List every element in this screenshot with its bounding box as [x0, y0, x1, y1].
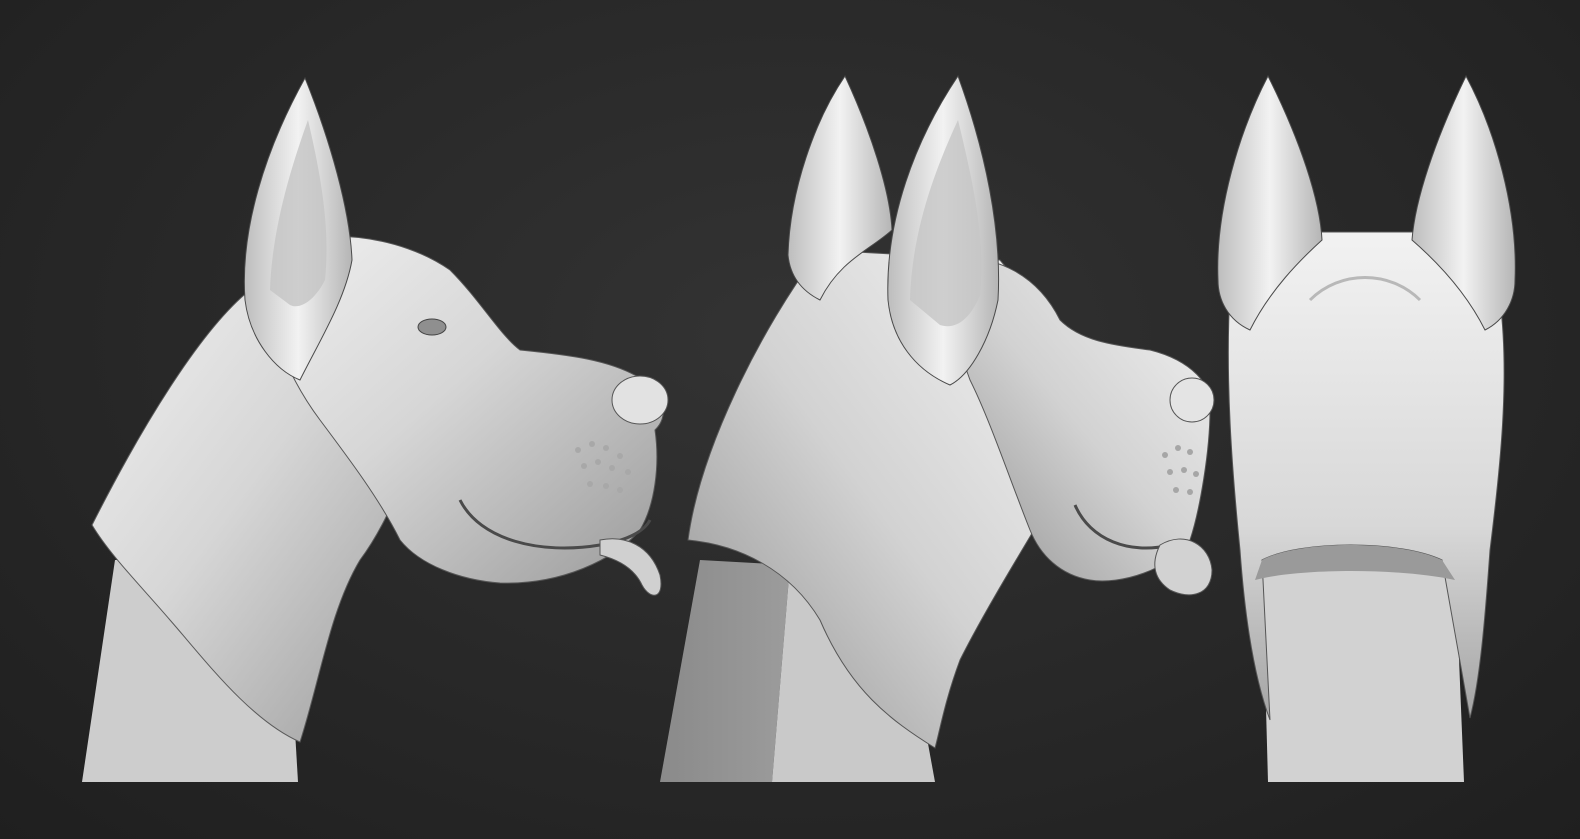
eye: [417, 318, 447, 336]
nose: [611, 375, 669, 425]
tongue: [1154, 538, 1213, 596]
side-profile-view: [82, 76, 669, 782]
pedestal-base-left: [660, 560, 790, 782]
tongue: [599, 538, 662, 596]
nose: [1169, 377, 1215, 423]
pedestal-base: [1262, 560, 1464, 782]
sculpt-viewport[interactable]: [0, 0, 1580, 839]
three-quarter-view: [660, 74, 1215, 782]
back-view: [1217, 74, 1516, 782]
sculpt-render: [82, 74, 1516, 782]
